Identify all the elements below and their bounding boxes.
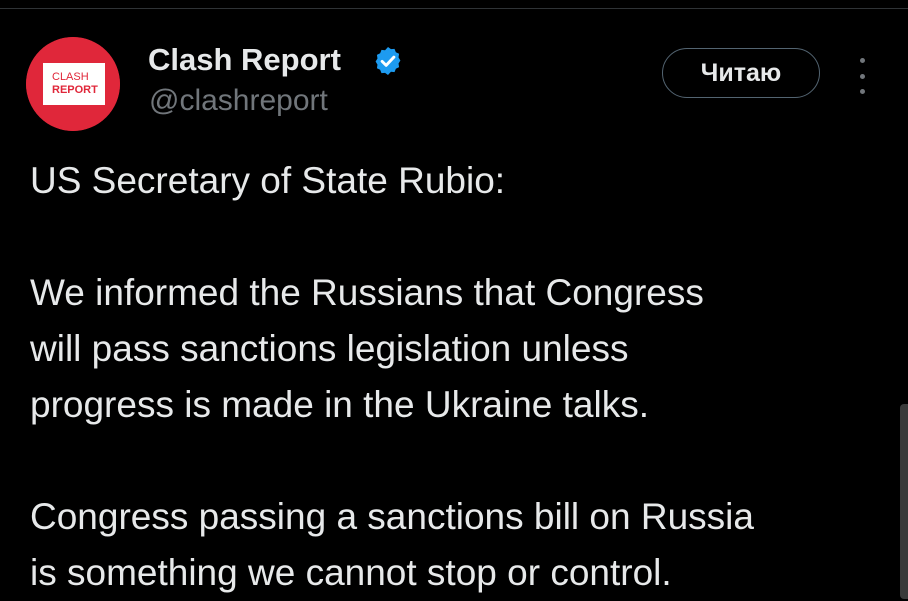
logo-text-line2: REPORT — [52, 84, 98, 96]
more-vertical-icon-dot — [859, 73, 865, 79]
more-vertical-icon — [859, 58, 865, 63]
top-divider — [0, 8, 908, 9]
scrollbar-thumb[interactable] — [900, 404, 908, 599]
tweet-text: US Secretary of State Rubio: We informed… — [30, 153, 900, 601]
author-name[interactable]: Clash Report — [148, 40, 341, 80]
clash-report-logo: CLASH REPORT — [26, 37, 120, 131]
more-options-button[interactable] — [850, 58, 874, 94]
tweet-paragraph: We informed the Russians that Congress w… — [30, 272, 704, 425]
verified-badge-icon — [375, 47, 401, 75]
author-handle[interactable]: @clashreport — [149, 82, 328, 120]
following-button[interactable]: Читаю — [662, 48, 820, 98]
more-vertical-icon-dot — [859, 89, 865, 94]
logo-text-line1: CLASH — [52, 71, 89, 83]
tweet-paragraph: Congress passing a sanctions bill on Rus… — [30, 496, 754, 593]
avatar[interactable]: CLASH REPORT — [26, 37, 120, 131]
tweet-paragraph: US Secretary of State Rubio: — [30, 160, 506, 201]
